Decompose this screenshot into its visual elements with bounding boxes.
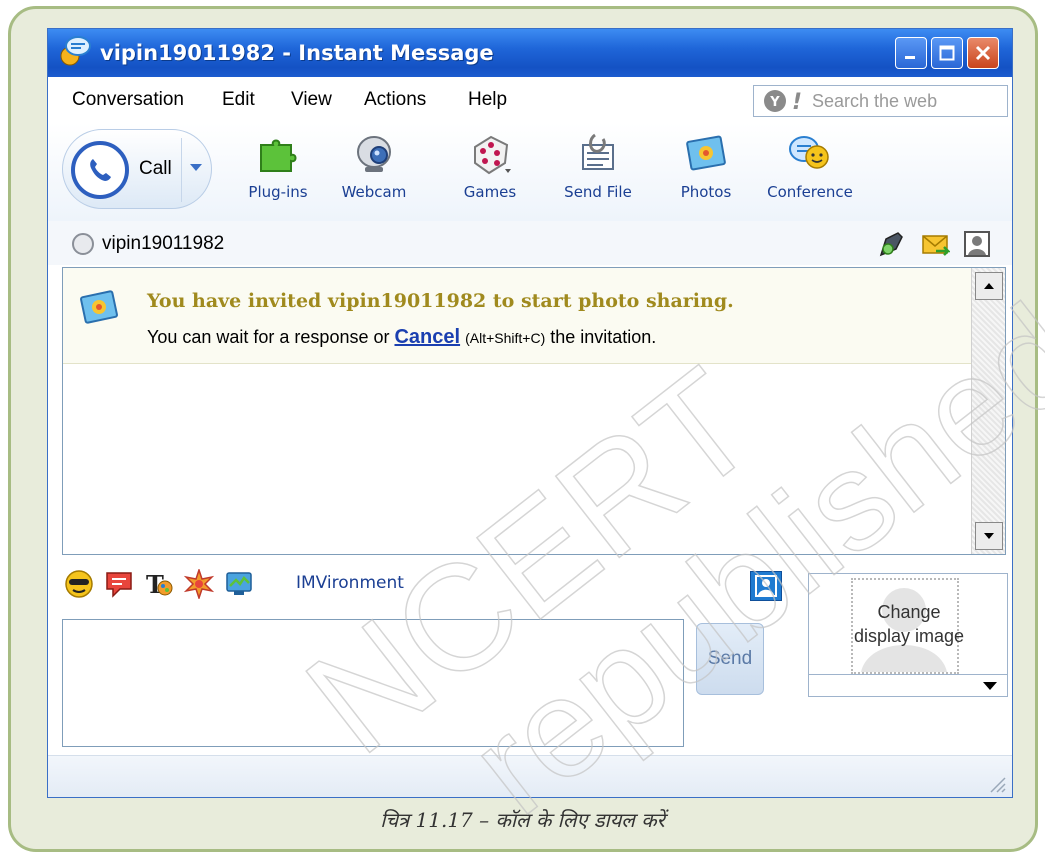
menu-help[interactable]: Help <box>468 89 507 111</box>
change-display-image-label[interactable]: Change display image <box>809 600 1009 648</box>
menu-view[interactable]: View <box>291 89 332 111</box>
web-search-box[interactable]: Y ! Search the web <box>753 85 1008 117</box>
wink-message-icon[interactable] <box>104 569 134 599</box>
minimize-icon <box>905 56 915 59</box>
display-image-box[interactable]: Change display image <box>808 573 1008 697</box>
contact-name: vipin19011982 <box>102 233 225 254</box>
email-icon[interactable] <box>920 229 950 259</box>
text-format-icon[interactable]: T <box>144 569 174 599</box>
minimize-button[interactable] <box>895 37 927 69</box>
messenger-icon <box>60 36 91 66</box>
tool-plug-ins[interactable]: Plug-ins <box>228 131 328 201</box>
im-window: vipin19011982 - Instant Message Conversa… <box>47 28 1013 798</box>
cancel-shortcut: (Alt+Shift+C) <box>465 330 546 346</box>
window-title: vipin19011982 - Instant Message <box>100 41 494 65</box>
send-file-icon <box>582 133 614 170</box>
message-input[interactable] <box>62 619 684 747</box>
webcam-icon <box>357 136 391 172</box>
puzzle-icon <box>260 139 297 172</box>
tool-conference[interactable]: Conference <box>760 131 860 201</box>
tool-label: Send File <box>564 183 632 201</box>
tool-label: Plug-ins <box>248 183 308 201</box>
tool-label: Conference <box>767 183 853 201</box>
arrow-up-icon <box>984 283 994 289</box>
invitation-message: You can wait for a response or Cancel (A… <box>147 326 656 349</box>
change-label-line1: Change <box>877 602 941 622</box>
search-placeholder: Search the web <box>812 90 938 111</box>
contact-status-icon <box>72 233 94 255</box>
phone-icon <box>71 141 129 199</box>
conversation-history[interactable]: You have invited vipin19011982 to start … <box>62 267 1006 555</box>
invitation-prefix: You can wait for a response or <box>147 327 395 347</box>
conference-icon <box>789 136 829 169</box>
display-image-separator <box>809 674 1007 675</box>
menu-bar: Conversation Edit View Actions Help Y ! … <box>48 77 1012 123</box>
maximize-button[interactable] <box>931 37 963 69</box>
contact-row: vipin19011982 <box>48 221 1012 265</box>
tool-label: Webcam <box>341 183 407 201</box>
tool-games[interactable]: Games <box>440 131 540 201</box>
maximize-icon <box>939 45 955 61</box>
photos-icon <box>686 135 726 171</box>
call-dropdown-arrow-icon[interactable] <box>190 164 202 171</box>
change-label-line2: display image <box>853 626 965 646</box>
call-button[interactable]: Call <box>62 129 212 209</box>
svg-text:Y: Y <box>769 95 780 110</box>
tool-label: Games <box>463 183 517 201</box>
cancel-invitation-link[interactable]: Cancel <box>394 326 460 348</box>
contact-card-icon[interactable] <box>962 229 992 259</box>
figure-caption: चित्र 11.17 – कॉल के लिए डायल करें <box>380 808 665 832</box>
formatting-toolbar: T IMVironment <box>48 559 808 609</box>
resize-grip-icon[interactable] <box>988 775 1006 793</box>
arrow-down-icon <box>984 533 994 539</box>
nudge-icon[interactable] <box>224 569 254 599</box>
tool-webcam[interactable]: Webcam <box>324 131 424 201</box>
call-divider <box>181 138 182 202</box>
menu-actions[interactable]: Actions <box>364 89 426 111</box>
conversation-scrollbar[interactable] <box>971 268 1005 554</box>
audible-icon[interactable] <box>184 569 214 599</box>
invitation-title: You have invited vipin19011982 to start … <box>147 290 734 312</box>
user-card-icon <box>755 575 777 597</box>
voice-icon[interactable] <box>876 229 906 259</box>
tool-send-file[interactable]: Send File <box>548 131 648 201</box>
tool-photos[interactable]: Photos <box>656 131 756 201</box>
close-button[interactable] <box>967 37 999 69</box>
toolbar: Call Plug-ins Webcam Games Send File Pho… <box>48 123 1012 221</box>
status-bar <box>48 755 1012 797</box>
call-label: Call <box>139 158 172 179</box>
yahoo-search-icon: Y ! <box>764 90 802 113</box>
invitation-suffix: the invitation. <box>545 327 657 347</box>
menu-edit[interactable]: Edit <box>222 89 255 111</box>
scroll-down-button[interactable] <box>975 522 1003 550</box>
close-icon <box>975 45 991 61</box>
display-picture-toggle-button[interactable] <box>750 571 782 601</box>
photo-sharing-icon <box>80 290 118 324</box>
tool-label: Photos <box>680 183 732 201</box>
emoticon-icon[interactable] <box>64 569 94 599</box>
send-button[interactable]: Send <box>696 623 764 695</box>
display-image-dropdown-arrow-icon[interactable] <box>983 682 997 690</box>
invitation-notice: You have invited vipin19011982 to start … <box>63 268 971 364</box>
title-bar[interactable]: vipin19011982 - Instant Message <box>48 29 1012 77</box>
imvironment-link[interactable]: IMVironment <box>296 573 404 593</box>
svg-text:!: ! <box>792 90 802 113</box>
menu-conversation[interactable]: Conversation <box>72 89 184 111</box>
scroll-up-button[interactable] <box>975 272 1003 300</box>
dice-icon <box>474 135 511 175</box>
